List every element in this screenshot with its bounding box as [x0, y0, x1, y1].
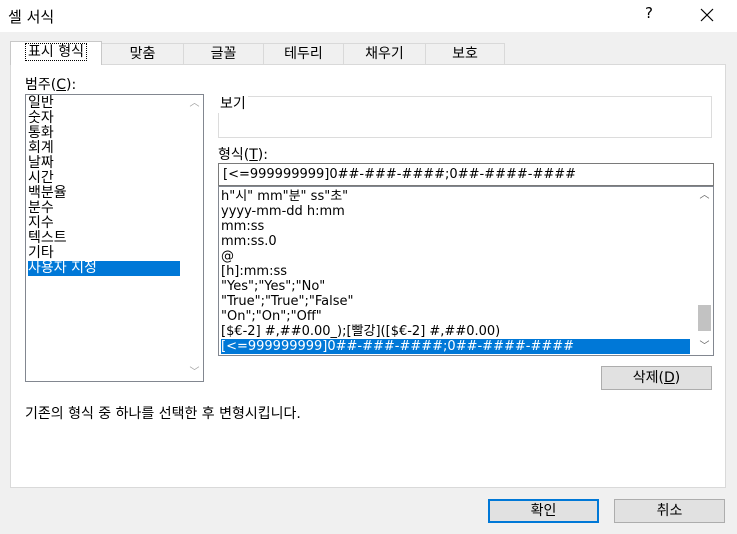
list-item[interactable]: [h]:mm:ss — [221, 264, 287, 279]
category-item-fraction[interactable]: 분수 — [28, 201, 54, 216]
list-item[interactable]: "On";"On";"Off" — [221, 309, 322, 324]
scroll-up-icon[interactable]: ︿ — [696, 187, 713, 204]
list-item[interactable]: [$€-2] #,##0.00_);[빨강]([$€-2] #,##0.00) — [221, 324, 500, 339]
list-item[interactable]: @ — [221, 249, 234, 264]
number-tab-panel: 범주(C): 일반 숫자 통화 회계 날짜 시간 백분율 분수 지수 텍스트 기… — [10, 64, 726, 488]
format-scrollbar[interactable]: ︿ ﹀ — [696, 187, 713, 355]
close-button[interactable] — [692, 2, 722, 28]
category-item-scientific[interactable]: 지수 — [28, 216, 54, 231]
tab-fill[interactable]: 채우기 — [343, 43, 426, 64]
tab-number[interactable]: 표시 형식 — [10, 41, 102, 65]
list-item[interactable]: h"시" mm"분" ss"초" — [221, 189, 348, 204]
tab-border[interactable]: 테두리 — [263, 43, 344, 64]
tab-alignment[interactable]: 맞춤 — [101, 43, 184, 64]
category-item-text[interactable]: 텍스트 — [28, 231, 67, 246]
preview-box — [218, 96, 712, 138]
scroll-thumb[interactable] — [698, 305, 711, 331]
category-item-time[interactable]: 시간 — [28, 171, 54, 186]
list-item-selected[interactable]: [<=999999999]0##-###-####;0##-####-#### — [221, 339, 690, 354]
category-item-number[interactable]: 숫자 — [28, 111, 54, 126]
ok-button[interactable]: 확인 — [488, 499, 599, 523]
category-item-special[interactable]: 기타 — [28, 246, 54, 261]
category-item-currency[interactable]: 통화 — [28, 126, 54, 141]
list-item[interactable]: mm:ss.0 — [221, 234, 277, 249]
category-item-percentage[interactable]: 백분율 — [28, 186, 67, 201]
category-label: 범주(C): — [25, 77, 77, 93]
list-item[interactable]: "Yes";"Yes";"No" — [221, 279, 325, 294]
format-type-label: 형식(T): — [218, 147, 268, 163]
cancel-button[interactable]: 취소 — [614, 499, 725, 523]
category-item-general[interactable]: 일반 — [28, 96, 54, 111]
category-item-date[interactable]: 날짜 — [28, 156, 54, 171]
delete-button[interactable]: 삭제(D) — [601, 366, 712, 390]
category-scrollbar[interactable]: ︿ ﹀ — [186, 95, 203, 381]
list-item[interactable]: mm:ss — [221, 219, 264, 234]
list-item[interactable]: "True";"True";"False" — [221, 294, 354, 309]
format-type-input[interactable]: [<=999999999]0##-###-####;0##-####-#### — [218, 163, 714, 186]
description-text: 기존의 형식 중 하나를 선택한 후 변형시킵니다. — [25, 406, 301, 422]
help-button[interactable]: ? — [638, 4, 660, 26]
category-list[interactable]: 일반 숫자 통화 회계 날짜 시간 백분율 분수 지수 텍스트 기타 사용자 지… — [25, 94, 204, 382]
category-item-accounting[interactable]: 회계 — [28, 141, 54, 156]
title-bar: 셀 서식 ? — [0, 0, 737, 32]
tab-protection[interactable]: 보호 — [425, 43, 505, 64]
category-item-custom[interactable]: 사용자 지정 — [28, 261, 180, 276]
scroll-down-icon[interactable]: ﹀ — [696, 338, 713, 355]
preview-label: 보기 — [218, 93, 248, 113]
close-icon — [700, 8, 714, 22]
tab-font[interactable]: 글꼴 — [183, 43, 264, 64]
scroll-up-icon[interactable]: ︿ — [186, 95, 203, 112]
scroll-down-icon[interactable]: ﹀ — [186, 364, 203, 381]
dialog-title: 셀 서식 — [8, 8, 55, 26]
list-item[interactable]: yyyy-mm-dd h:mm — [221, 204, 345, 219]
format-type-list[interactable]: h"시" mm"분" ss"초" yyyy-mm-dd h:mm mm:ss m… — [218, 186, 714, 356]
